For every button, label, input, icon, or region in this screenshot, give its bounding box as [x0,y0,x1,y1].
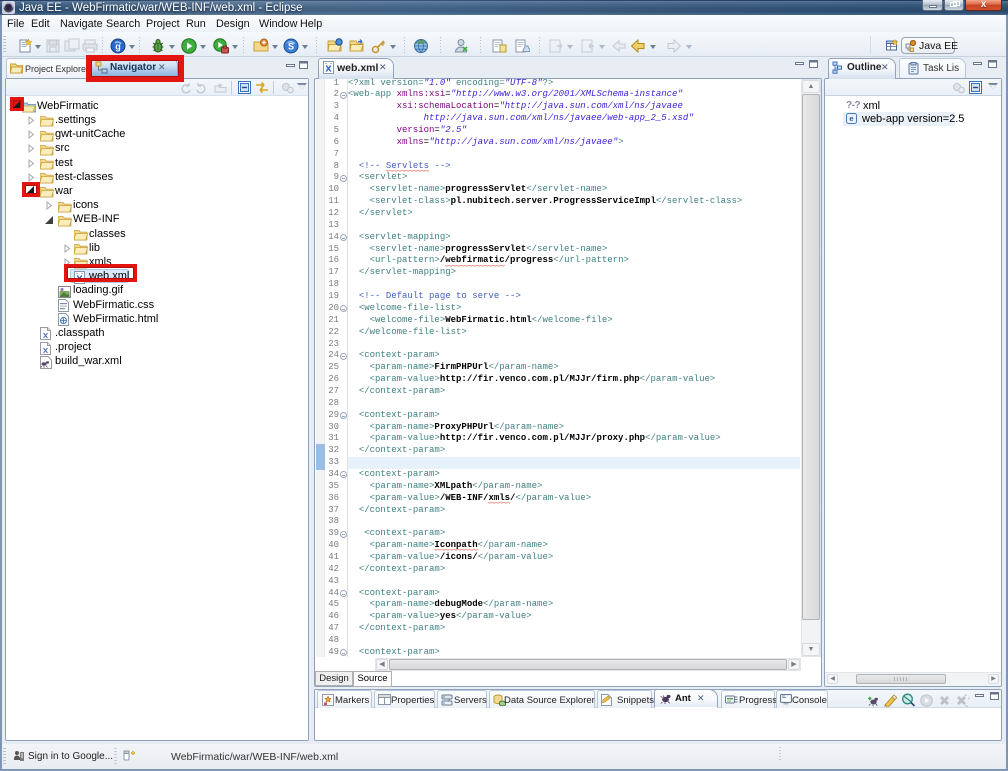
svg-text:e: e [849,114,853,123]
svg-text:S: S [288,42,294,52]
svg-text:g: g [115,42,121,52]
